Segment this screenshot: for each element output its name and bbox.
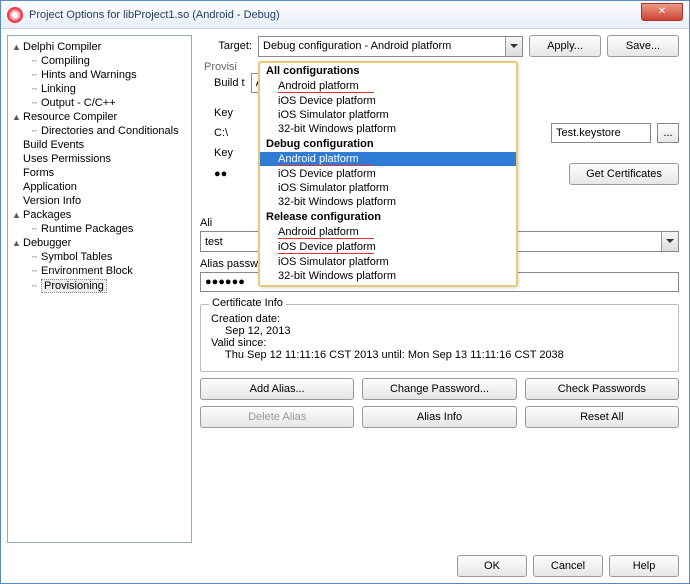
tree-item[interactable]: Version Info: [10, 194, 189, 208]
tree-item[interactable]: ┈Directories and Conditionals: [28, 124, 189, 138]
chevron-down-icon[interactable]: [661, 232, 678, 251]
valid-since-label: Valid since:: [211, 337, 668, 349]
chevron-down-icon[interactable]: [505, 37, 522, 56]
ok-button[interactable]: OK: [457, 555, 527, 577]
dropdown-item[interactable]: iOS Simulator platform: [260, 255, 516, 269]
dropdown-item[interactable]: iOS Device platform: [260, 94, 516, 108]
certificate-info-group: Certificate Info Creation date: Sep 12, …: [200, 304, 679, 372]
annotation-underline: [278, 165, 374, 166]
dropdown-item[interactable]: iOS Device platform: [260, 167, 516, 181]
app-icon: [7, 7, 23, 23]
tree-item[interactable]: ▲Resource Compiler: [10, 110, 189, 124]
keystore-path-label: C:\: [214, 127, 228, 139]
close-button[interactable]: ✕: [641, 3, 683, 21]
keystore-label-short: Key: [214, 107, 233, 119]
tree-item[interactable]: ┈Hints and Warnings: [28, 68, 189, 82]
help-button[interactable]: Help: [609, 555, 679, 577]
target-dropdown[interactable]: All configurationsAndroid platformiOS De…: [258, 61, 518, 287]
tree-item[interactable]: ┈Symbol Tables: [28, 250, 189, 264]
dropdown-item[interactable]: Android platform: [260, 79, 516, 93]
expand-icon[interactable]: ▲: [12, 43, 21, 52]
tree-item[interactable]: ┈Output - C/C++: [28, 96, 189, 110]
tree-item[interactable]: Build Events: [10, 138, 189, 152]
tree-item[interactable]: ▲Delphi Compiler: [10, 40, 189, 54]
apply-button[interactable]: Apply...: [529, 35, 601, 57]
tree-item[interactable]: ┈Runtime Packages: [28, 222, 189, 236]
expand-icon[interactable]: ▲: [12, 211, 21, 220]
build-type-label-truncated: Build t: [214, 77, 245, 89]
browse-button[interactable]: ...: [657, 123, 679, 143]
alias-info-button[interactable]: Alias Info: [362, 406, 516, 428]
tree-item[interactable]: Uses Permissions: [10, 152, 189, 166]
titlebar[interactable]: Project Options for libProject1.so (Andr…: [1, 1, 689, 29]
target-combo-text: Debug configuration - Android platform: [263, 40, 451, 52]
save-button[interactable]: Save...: [607, 35, 679, 57]
main-panel: Target: Debug configuration - Android pl…: [200, 35, 683, 543]
tree-item[interactable]: ┈Compiling: [28, 54, 189, 68]
dropdown-item[interactable]: iOS Device platform: [260, 240, 516, 254]
options-tree[interactable]: ▲Delphi Compiler┈Compiling┈Hints and War…: [7, 35, 192, 543]
reset-all-button[interactable]: Reset All: [525, 406, 679, 428]
annotation-underline: [278, 238, 374, 239]
tree-item[interactable]: ┈Environment Block: [28, 264, 189, 278]
add-alias-button[interactable]: Add Alias...: [200, 378, 354, 400]
dropdown-group-header: Release configuration: [260, 209, 516, 225]
window-title: Project Options for libProject1.so (Andr…: [29, 9, 280, 21]
get-certificates-button[interactable]: Get Certificates: [569, 163, 679, 185]
alias-combo-text: test: [205, 236, 223, 248]
dropdown-group-header: All configurations: [260, 63, 516, 79]
keystore-pw-mask: ●●: [214, 168, 227, 180]
target-label: Target:: [200, 40, 252, 52]
delete-alias-button[interactable]: Delete Alias: [200, 406, 354, 428]
keystore-pw-label: Key: [214, 147, 233, 159]
keystore-file-field[interactable]: Test.keystore: [551, 123, 651, 143]
valid-since-value: Thu Sep 12 11:11:16 CST 2013 until: Mon …: [225, 349, 668, 361]
dropdown-item[interactable]: iOS Simulator platform: [260, 108, 516, 122]
annotation-underline: [278, 253, 374, 254]
dropdown-item[interactable]: Android platform: [260, 152, 516, 166]
cancel-button[interactable]: Cancel: [533, 555, 603, 577]
certificate-info-title: Certificate Info: [209, 297, 286, 309]
dropdown-item[interactable]: 32-bit Windows platform: [260, 122, 516, 136]
tree-item[interactable]: Application: [10, 180, 189, 194]
dropdown-group-header: Debug configuration: [260, 136, 516, 152]
dropdown-item[interactable]: Android platform: [260, 225, 516, 239]
creation-date-label: Creation date:: [211, 313, 668, 325]
tree-item[interactable]: ┈Linking: [28, 82, 189, 96]
tree-item[interactable]: Forms: [10, 166, 189, 180]
tree-item[interactable]: ▲Packages: [10, 208, 189, 222]
dialog-footer: OK Cancel Help: [457, 555, 679, 577]
target-combo[interactable]: Debug configuration - Android platform: [258, 36, 523, 57]
tree-item[interactable]: ▲Debugger: [10, 236, 189, 250]
dropdown-item[interactable]: 32-bit Windows platform: [260, 269, 516, 283]
change-password-button[interactable]: Change Password...: [362, 378, 516, 400]
creation-date-value: Sep 12, 2013: [225, 325, 668, 337]
dropdown-item[interactable]: 32-bit Windows platform: [260, 195, 516, 209]
check-passwords-button[interactable]: Check Passwords: [525, 378, 679, 400]
tree-item[interactable]: ┈Provisioning: [28, 278, 189, 294]
expand-icon[interactable]: ▲: [12, 239, 21, 248]
dialog-window: Project Options for libProject1.so (Andr…: [0, 0, 690, 584]
annotation-underline: [278, 92, 374, 93]
dropdown-item[interactable]: iOS Simulator platform: [260, 181, 516, 195]
expand-icon[interactable]: ▲: [12, 113, 21, 122]
